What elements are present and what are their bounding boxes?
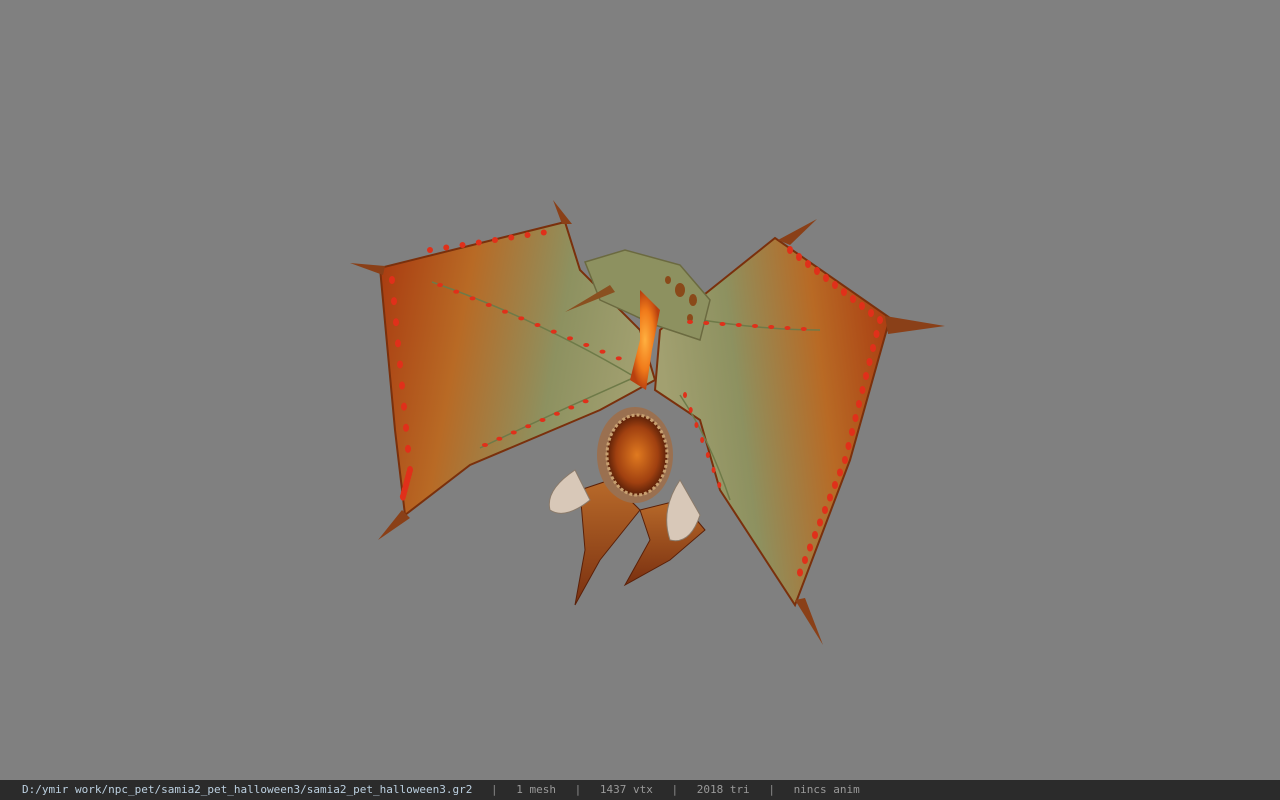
wing-spot — [768, 325, 775, 329]
wing-spot — [391, 297, 397, 306]
wing-spot — [688, 407, 693, 413]
wing-spot — [510, 430, 517, 435]
wing-spot — [800, 327, 807, 331]
anim-status: nincs anim — [793, 783, 860, 796]
vertex-count: 1437 vtx — [599, 783, 653, 796]
wing-spot — [870, 344, 876, 352]
wing-spot — [518, 316, 525, 321]
wing-spot — [796, 253, 802, 261]
wing-spot — [841, 288, 847, 296]
wing-spot — [837, 468, 843, 477]
wing-spot — [694, 422, 699, 428]
mouth — [597, 407, 673, 503]
triangle-count: 2018 tri — [696, 783, 750, 796]
wing-spot — [859, 386, 866, 394]
wing-spot — [852, 414, 859, 422]
wing-spot — [567, 336, 573, 341]
wing-spot — [752, 324, 758, 328]
wing-spot — [427, 247, 433, 253]
wing-spot — [805, 260, 811, 268]
wing-spot — [459, 242, 466, 248]
wing-spot — [735, 323, 742, 327]
wing-spot — [784, 326, 791, 330]
wing-spot — [705, 452, 710, 458]
wing-spot — [405, 444, 411, 453]
separator: | — [768, 783, 775, 796]
wing-spot — [582, 399, 589, 404]
wing-spot — [453, 289, 460, 294]
wing-spot — [802, 556, 808, 564]
3d-viewport[interactable] — [0, 0, 1280, 780]
wing-spot — [868, 309, 874, 317]
wing-spot — [856, 400, 862, 408]
wing-spot — [399, 381, 405, 390]
wing-spot — [719, 322, 726, 326]
wing-spot — [469, 296, 476, 301]
wing-spot — [401, 402, 407, 411]
separator: | — [574, 783, 582, 796]
wing-spot — [687, 320, 693, 324]
wing-spot — [492, 237, 498, 243]
wing-spot — [399, 492, 406, 501]
wing-spot — [812, 531, 818, 539]
wing-spot — [443, 244, 450, 251]
wing-spot — [482, 443, 488, 447]
wing-spot — [873, 330, 880, 338]
wing-spot — [863, 372, 869, 380]
wing-spot — [814, 267, 820, 275]
wing-spot — [389, 276, 395, 284]
wing-spot — [859, 302, 865, 310]
right-wing — [653, 219, 945, 645]
separator: | — [490, 783, 498, 796]
wing-spot — [845, 442, 852, 450]
file-path: D:/ymir work/npc_pet/samia2_pet_hallowee… — [22, 783, 473, 796]
wing-spot — [553, 411, 560, 416]
wing-spot — [683, 392, 687, 398]
wing-spot — [817, 518, 823, 527]
wing-spot — [393, 318, 399, 327]
separator: | — [671, 783, 679, 796]
wing-spot — [540, 229, 547, 236]
wing-spot — [877, 316, 883, 324]
wing-spot — [508, 234, 515, 241]
wing-spot — [711, 467, 716, 473]
status-bar: D:/ymir work/npc_pet/samia2_pet_hallowee… — [0, 780, 1280, 800]
wing-spot — [703, 321, 710, 325]
wing-spot — [437, 283, 443, 287]
wing-spot — [832, 481, 838, 489]
wing-spot — [615, 356, 622, 361]
wing-spot — [568, 405, 575, 410]
wing-spot — [599, 349, 606, 354]
wing-spot — [822, 506, 828, 514]
wing-spot — [807, 543, 813, 552]
wing-spot — [827, 493, 833, 502]
wing-spot — [823, 274, 829, 282]
mesh-count: 1 mesh — [516, 783, 556, 796]
wing-spot — [866, 358, 873, 366]
wing-spot — [797, 568, 803, 577]
wing-spot — [395, 339, 401, 348]
wing-spot — [787, 246, 793, 254]
wing-spot — [525, 424, 532, 429]
wing-spot — [550, 329, 557, 334]
wing-spot — [832, 281, 838, 289]
model-render — [350, 200, 945, 645]
wing-spot — [524, 232, 531, 238]
wing-spot — [397, 360, 403, 369]
wing-spot — [403, 423, 409, 432]
wing-spot — [485, 303, 492, 307]
wing-spot — [849, 428, 855, 436]
wing-spot — [583, 343, 590, 347]
wing-spot — [502, 309, 508, 314]
wing-spot — [534, 323, 541, 327]
wing-spot — [842, 456, 848, 464]
wing-spot — [539, 418, 546, 422]
wing-spot — [700, 437, 705, 443]
wing-spot — [717, 482, 722, 488]
wing-spot — [475, 239, 482, 246]
wing-spot — [850, 295, 856, 303]
wing-spot — [496, 436, 503, 441]
